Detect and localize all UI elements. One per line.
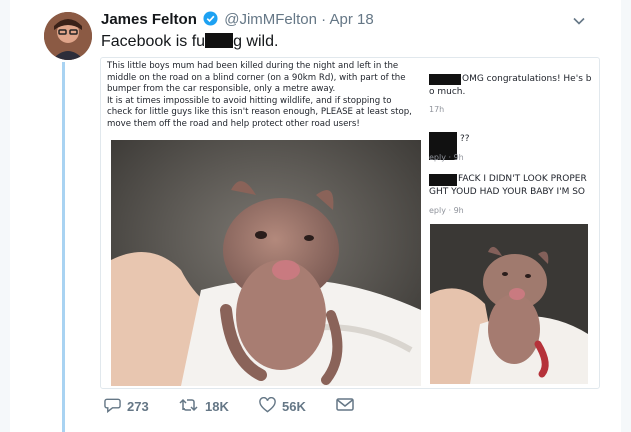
redaction-bar [205,33,234,48]
tweet-date[interactable]: Apr 18 [329,11,373,28]
comment-text: OMG congratulations! He's b [462,74,592,84]
comment-meta: eply · 9h [429,153,464,162]
chevron-down-icon[interactable] [572,14,586,33]
reply-button[interactable]: 273 [104,397,149,416]
message-icon [336,397,354,415]
tweet-text-end: g wild. [233,33,279,50]
tweet-media-image[interactable]: This little boys mum had been killed dur… [100,57,600,389]
comment-text-line2: o much. [429,87,466,97]
redaction-bar [429,74,461,85]
tweet-header: James Felton @JimMFelton · Apr 18 [101,11,374,30]
post-paragraph-2: It is at times impossible to avoid hitti… [107,95,412,129]
comment-text-line2: GHT YOUD HAD YOUR BABY I'M SO [429,187,585,197]
post-paragraph-1: This little boys mum had been killed dur… [107,61,406,95]
like-count: 56K [282,399,306,414]
like-button[interactable]: 56K [259,396,306,416]
facebook-comments: OMG congratulations! He's b o much. 17h … [429,68,599,222]
reply-icon [104,397,121,416]
redaction-bar [429,174,457,186]
author-name[interactable]: James Felton [101,11,197,28]
comment-meta: 17h [429,105,445,114]
verified-badge-icon [203,11,218,30]
facebook-post-text: This little boys mum had been killed dur… [107,61,417,131]
thread-line [62,62,65,432]
retweet-count: 18K [205,399,229,414]
comment-meta: eply · 9h [429,206,464,215]
author-handle[interactable]: @JimMFelton [224,11,317,28]
retweet-button[interactable]: 18K [179,397,229,416]
like-icon [259,396,276,416]
comment-text: ?? [460,134,470,144]
separator-dot: · [321,11,327,28]
wombat-photo-small [430,224,588,384]
tweet-text-start: Facebook is fu [101,33,206,50]
retweet-icon [179,397,199,416]
reply-count: 273 [127,399,149,414]
wombat-photo [111,140,421,386]
tweet-container: James Felton @JimMFelton · Apr 18 Facebo… [0,0,631,432]
avatar[interactable] [44,12,92,60]
tweet-actions: 273 18K 56K [101,396,401,417]
direct-message-button[interactable] [336,397,354,415]
comment-text: FACK I DIDN'T LOOK PROPER [458,174,587,184]
tweet-text: Facebook is fu g wild. [101,33,278,51]
